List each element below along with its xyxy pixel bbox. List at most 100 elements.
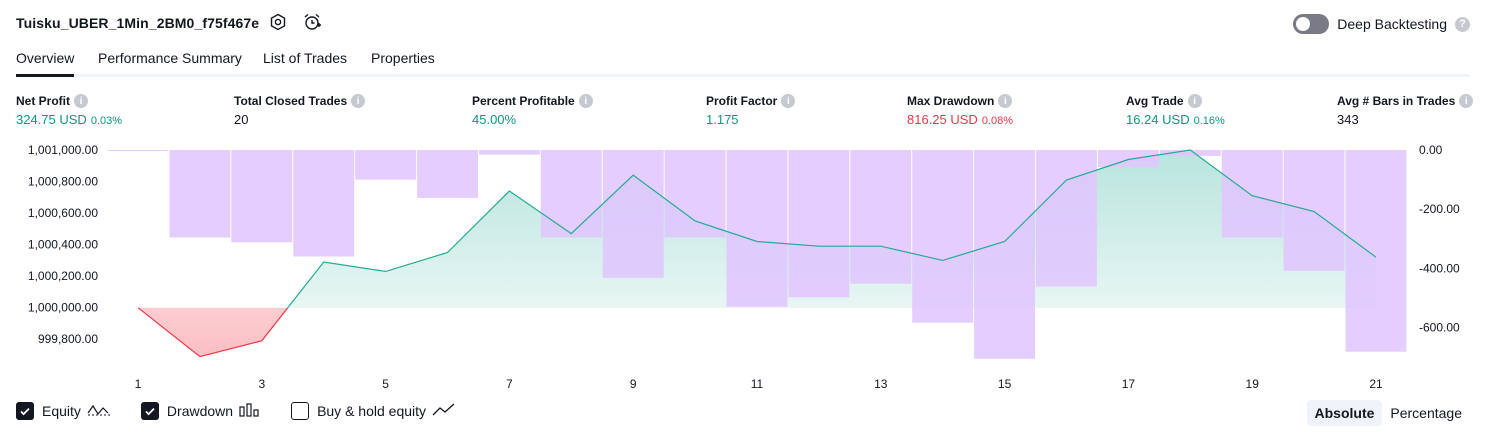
legend-label: Buy & hold equity <box>317 403 427 419</box>
right-axis-tick-label: -600.00 <box>1419 321 1460 335</box>
buy-hold-checkbox[interactable] <box>291 402 310 420</box>
equity-glyph-icon <box>87 403 111 420</box>
drawdown-bar <box>293 150 355 257</box>
stat-value: 45.00% <box>472 112 517 127</box>
left-axis-tick-label: 1,000,800.00 <box>28 175 98 189</box>
right-axis-tick-label: 0.00 <box>1419 143 1443 157</box>
mode-absolute-button[interactable]: Absolute <box>1306 400 1383 426</box>
info-icon[interactable]: i <box>1459 94 1474 108</box>
legend-label: Drawdown <box>166 403 234 419</box>
stat-net-profit: Net Profit i 324.75 USD 0.03% <box>16 94 122 127</box>
help-icon[interactable]: ? <box>1455 16 1470 32</box>
info-icon[interactable]: i <box>1187 94 1202 108</box>
info-icon[interactable]: i <box>578 94 593 108</box>
stat-label: Avg # Bars in Trades <box>1337 94 1456 108</box>
value-mode-switch: Absolute Percentage <box>1306 400 1471 426</box>
drawdown-checkbox[interactable] <box>140 402 159 420</box>
deep-backtesting-toggle[interactable] <box>1293 14 1330 34</box>
equity-checkbox[interactable] <box>16 402 34 420</box>
header-bar: Tuisku_UBER_1Min_2BM0_f75f467e Deep Back… <box>16 12 1470 36</box>
x-axis-tick-label: 9 <box>630 377 637 391</box>
left-axis-tick-label: 1,000,600.00 <box>28 206 98 220</box>
deep-backtesting-label: Deep Backtesting <box>1337 16 1447 32</box>
settings-icon[interactable] <box>268 12 288 32</box>
left-axis-tick-label: 1,000,400.00 <box>28 238 98 252</box>
stat-avg-trade: Avg Trade i 16.24 USD 0.16% <box>1126 94 1225 127</box>
drawdown-bar <box>1036 150 1097 287</box>
stat-label: Profit Factor <box>706 94 778 108</box>
stat-value: 16.24 USD <box>1126 112 1190 127</box>
drawdown-bar <box>417 150 478 198</box>
stat-percent: 0.16% <box>1193 115 1225 127</box>
stat-label: Net Profit <box>16 94 70 108</box>
stat-value: 20 <box>234 112 249 127</box>
left-axis-tick-label: 1,000,000.00 <box>28 301 98 315</box>
legend-equity[interactable]: Equity <box>16 402 111 420</box>
stat-profit-factor: Profit Factor i 1.175 <box>706 94 796 127</box>
info-icon[interactable]: i <box>74 94 88 108</box>
drawdown-bar <box>1283 150 1345 271</box>
alarm-clock-icon[interactable] <box>302 12 322 32</box>
stat-avg-bars-in-trades: Avg # Bars in Trades i 343 <box>1337 94 1474 127</box>
info-icon[interactable]: i <box>781 94 796 108</box>
x-axis-tick-label: 1 <box>135 377 142 391</box>
drawdown-bar <box>726 150 788 307</box>
x-axis-tick-label: 19 <box>1246 377 1260 391</box>
stat-label: Percent Profitable <box>472 94 575 108</box>
info-icon[interactable]: i <box>998 94 1013 108</box>
equity-drawdown-chart[interactable]: 1,001,000.00 1,000,800.00 1,000,600.00 1,00… <box>0 138 1486 398</box>
stat-value: 324.75 USD <box>16 112 87 127</box>
tab-properties[interactable]: Properties <box>371 50 435 74</box>
drawdown-bar <box>107 150 169 151</box>
tab-list-of-trades[interactable]: List of Trades <box>263 50 347 74</box>
left-axis-tick-label: 1,000,200.00 <box>28 269 98 283</box>
stat-value: 816.25 USD <box>907 112 978 127</box>
stat-value: 343 <box>1337 112 1359 127</box>
left-axis-tick-label: 1,001,000.00 <box>28 143 98 157</box>
x-axis-tick-label: 13 <box>874 377 888 391</box>
drawdown-bar <box>664 150 726 238</box>
buyhold-glyph-icon <box>432 403 456 420</box>
strategy-name: Tuisku_UBER_1Min_2BM0_f75f467e <box>16 15 260 31</box>
left-axis-tick-label: 999,800.00 <box>38 332 98 346</box>
deep-backtesting: Deep Backtesting ? <box>1293 14 1470 34</box>
stat-label: Avg Trade <box>1126 94 1184 108</box>
stat-percent: 0.03% <box>90 115 123 127</box>
legend-drawdown[interactable]: Drawdown <box>140 402 261 420</box>
right-axis-tick-label: -200.00 <box>1419 202 1460 216</box>
x-axis-tick-label: 21 <box>1369 377 1383 391</box>
stat-label: Max Drawdown <box>907 94 995 108</box>
x-axis-tick-label: 11 <box>751 377 764 391</box>
info-icon[interactable]: i <box>351 94 366 108</box>
x-axis-tick-label: 15 <box>998 377 1012 391</box>
drawdown-bar <box>1098 150 1159 168</box>
legend-label: Equity <box>42 403 81 419</box>
tab-bar: Overview Performance Summary List of Tra… <box>16 48 1470 77</box>
x-axis-tick-label: 17 <box>1122 377 1136 391</box>
chart-legend: Equity Drawdown Buy & hold equity <box>16 402 486 420</box>
stat-total-closed-trades: Total Closed Trades i 20 <box>234 94 366 127</box>
drawdown-bar <box>478 150 540 155</box>
stat-label: Total Closed Trades <box>234 94 348 108</box>
stat-max-drawdown: Max Drawdown i 816.25 USD 0.08% <box>907 94 1013 127</box>
drawdown-bar <box>231 150 293 243</box>
mode-percentage-button[interactable]: Percentage <box>1382 400 1470 426</box>
tab-performance-summary[interactable]: Performance Summary <box>98 50 242 74</box>
drawdown-bar <box>912 150 974 323</box>
stats-row: Net Profit i 324.75 USD 0.03% Total Closed… <box>16 94 1474 134</box>
drawdown-bar <box>1221 150 1283 238</box>
drawdown-glyph-icon <box>239 402 261 420</box>
tab-overview[interactable]: Overview <box>16 50 75 77</box>
drawdown-bar <box>169 150 231 238</box>
x-axis-tick-label: 3 <box>258 377 265 391</box>
stat-value: 1.175 <box>706 112 739 127</box>
drawdown-bar <box>602 150 664 278</box>
legend-buy-hold[interactable]: Buy & hold equity <box>291 402 456 420</box>
drawdown-bar <box>974 150 1035 359</box>
drawdown-bar <box>540 150 602 238</box>
drawdown-bar <box>850 150 912 284</box>
drawdown-bar <box>1345 150 1407 352</box>
stat-percent: 0.08% <box>981 115 1014 127</box>
right-axis-tick-label: -400.00 <box>1419 261 1460 275</box>
stat-percent-profitable: Percent Profitable i 45.00% <box>472 94 593 127</box>
